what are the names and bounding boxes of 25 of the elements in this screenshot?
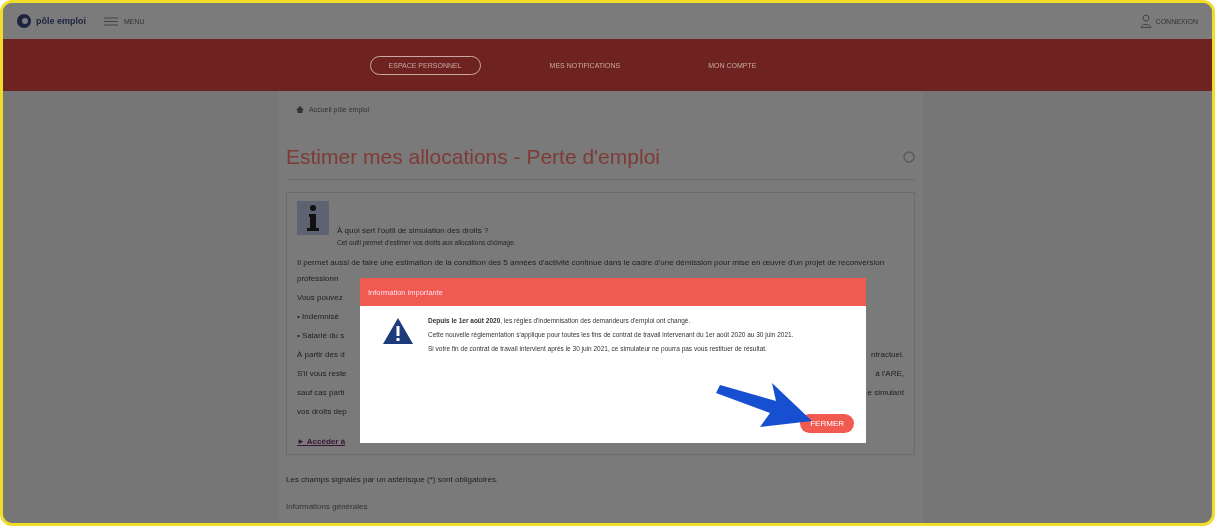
paragraph-fragment: S'il vous reste [297, 369, 347, 378]
paragraph-fragment: • Indemnisé [297, 312, 339, 321]
paragraph-fragment: professionn [297, 274, 339, 283]
home-icon [296, 106, 304, 113]
paragraph-fragment: à l'ARE, [875, 369, 904, 378]
logo-text: pôle emploi [36, 16, 86, 26]
warning-icon [382, 316, 414, 346]
user-icon [1139, 14, 1152, 28]
help-icon[interactable] [903, 151, 915, 163]
required-fields-note: Les champs signalés par un astérisque (*) sont obligatoires. [286, 475, 500, 484]
paragraph-fragment: vos droits dep [297, 407, 347, 416]
info-question: À quoi sert l'outil de simulation des droits ? [337, 226, 489, 235]
personal-space-link[interactable]: ► Accéder à [297, 437, 346, 446]
section-title: Informations générales [286, 502, 369, 511]
paragraph-fragment: • Salarié du s [297, 331, 345, 340]
paragraph-fragment: ntractuel. [871, 350, 904, 359]
menu-icon [104, 16, 118, 26]
paragraph-fragment: Vous pouvez [297, 293, 343, 302]
logo-icon [17, 14, 31, 28]
paragraph-fragment: sauf cas parti [297, 388, 345, 397]
paragraph-fragment: À partir des d [297, 350, 345, 359]
close-button[interactable]: FERMER [800, 414, 854, 433]
info-icon [297, 201, 329, 235]
paragraph-fragment: e simulant [867, 388, 904, 397]
page-title: Estimer mes allocations - Perte d'emploi [286, 145, 660, 169]
